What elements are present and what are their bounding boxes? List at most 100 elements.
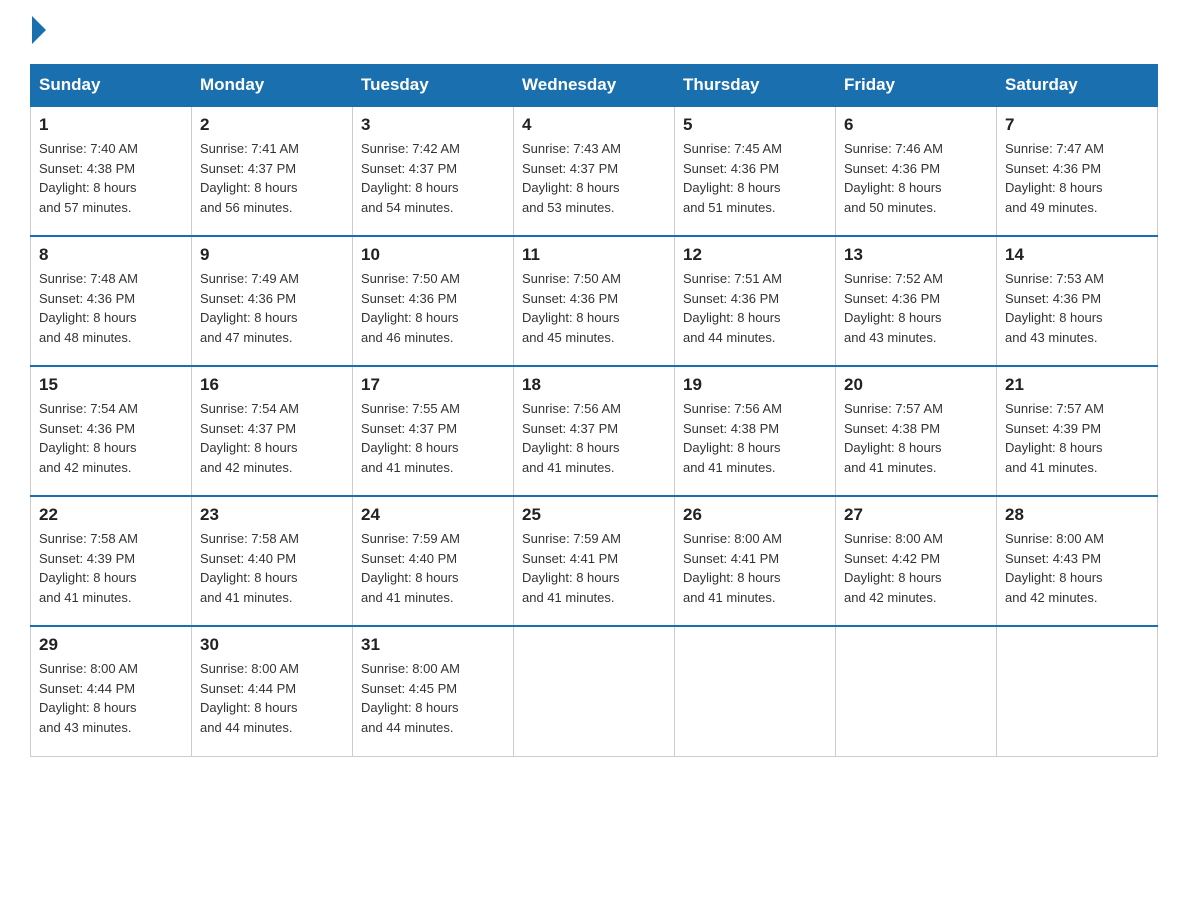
day-info: Sunrise: 7:52 AM Sunset: 4:36 PM Dayligh… — [844, 269, 988, 347]
day-info: Sunrise: 7:55 AM Sunset: 4:37 PM Dayligh… — [361, 399, 505, 477]
day-number: 6 — [844, 115, 988, 135]
day-info: Sunrise: 7:49 AM Sunset: 4:36 PM Dayligh… — [200, 269, 344, 347]
calendar-cell: 21 Sunrise: 7:57 AM Sunset: 4:39 PM Dayl… — [997, 366, 1158, 496]
day-info: Sunrise: 8:00 AM Sunset: 4:42 PM Dayligh… — [844, 529, 988, 607]
day-number: 21 — [1005, 375, 1149, 395]
day-info: Sunrise: 7:51 AM Sunset: 4:36 PM Dayligh… — [683, 269, 827, 347]
logo-arrow-icon — [32, 16, 46, 44]
day-number: 29 — [39, 635, 183, 655]
day-info: Sunrise: 7:46 AM Sunset: 4:36 PM Dayligh… — [844, 139, 988, 217]
day-number: 30 — [200, 635, 344, 655]
day-info: Sunrise: 8:00 AM Sunset: 4:45 PM Dayligh… — [361, 659, 505, 737]
calendar-cell: 3 Sunrise: 7:42 AM Sunset: 4:37 PM Dayli… — [353, 106, 514, 236]
calendar-cell: 2 Sunrise: 7:41 AM Sunset: 4:37 PM Dayli… — [192, 106, 353, 236]
day-number: 22 — [39, 505, 183, 525]
day-number: 16 — [200, 375, 344, 395]
calendar-cell: 29 Sunrise: 8:00 AM Sunset: 4:44 PM Dayl… — [31, 626, 192, 756]
day-number: 20 — [844, 375, 988, 395]
day-number: 17 — [361, 375, 505, 395]
day-info: Sunrise: 7:54 AM Sunset: 4:36 PM Dayligh… — [39, 399, 183, 477]
calendar-cell: 9 Sunrise: 7:49 AM Sunset: 4:36 PM Dayli… — [192, 236, 353, 366]
calendar-cell: 26 Sunrise: 8:00 AM Sunset: 4:41 PM Dayl… — [675, 496, 836, 626]
day-info: Sunrise: 7:57 AM Sunset: 4:38 PM Dayligh… — [844, 399, 988, 477]
day-number: 26 — [683, 505, 827, 525]
calendar-cell: 6 Sunrise: 7:46 AM Sunset: 4:36 PM Dayli… — [836, 106, 997, 236]
calendar-header-row: SundayMondayTuesdayWednesdayThursdayFrid… — [31, 65, 1158, 107]
calendar-cell: 1 Sunrise: 7:40 AM Sunset: 4:38 PM Dayli… — [31, 106, 192, 236]
day-info: Sunrise: 7:45 AM Sunset: 4:36 PM Dayligh… — [683, 139, 827, 217]
logo — [30, 20, 46, 44]
day-number: 14 — [1005, 245, 1149, 265]
calendar-cell: 22 Sunrise: 7:58 AM Sunset: 4:39 PM Dayl… — [31, 496, 192, 626]
header-monday: Monday — [192, 65, 353, 107]
calendar-cell: 8 Sunrise: 7:48 AM Sunset: 4:36 PM Dayli… — [31, 236, 192, 366]
day-number: 19 — [683, 375, 827, 395]
day-number: 11 — [522, 245, 666, 265]
day-info: Sunrise: 8:00 AM Sunset: 4:41 PM Dayligh… — [683, 529, 827, 607]
calendar-cell: 12 Sunrise: 7:51 AM Sunset: 4:36 PM Dayl… — [675, 236, 836, 366]
day-info: Sunrise: 7:47 AM Sunset: 4:36 PM Dayligh… — [1005, 139, 1149, 217]
day-number: 28 — [1005, 505, 1149, 525]
day-info: Sunrise: 7:53 AM Sunset: 4:36 PM Dayligh… — [1005, 269, 1149, 347]
calendar-cell: 31 Sunrise: 8:00 AM Sunset: 4:45 PM Dayl… — [353, 626, 514, 756]
calendar-cell: 17 Sunrise: 7:55 AM Sunset: 4:37 PM Dayl… — [353, 366, 514, 496]
calendar-cell: 24 Sunrise: 7:59 AM Sunset: 4:40 PM Dayl… — [353, 496, 514, 626]
day-info: Sunrise: 8:00 AM Sunset: 4:44 PM Dayligh… — [200, 659, 344, 737]
calendar-cell — [675, 626, 836, 756]
day-number: 25 — [522, 505, 666, 525]
calendar-cell: 23 Sunrise: 7:58 AM Sunset: 4:40 PM Dayl… — [192, 496, 353, 626]
day-info: Sunrise: 7:56 AM Sunset: 4:37 PM Dayligh… — [522, 399, 666, 477]
day-number: 2 — [200, 115, 344, 135]
day-number: 15 — [39, 375, 183, 395]
day-info: Sunrise: 7:57 AM Sunset: 4:39 PM Dayligh… — [1005, 399, 1149, 477]
day-number: 9 — [200, 245, 344, 265]
calendar-cell — [836, 626, 997, 756]
calendar-cell — [997, 626, 1158, 756]
calendar-cell: 4 Sunrise: 7:43 AM Sunset: 4:37 PM Dayli… — [514, 106, 675, 236]
day-number: 27 — [844, 505, 988, 525]
day-info: Sunrise: 7:48 AM Sunset: 4:36 PM Dayligh… — [39, 269, 183, 347]
day-info: Sunrise: 7:41 AM Sunset: 4:37 PM Dayligh… — [200, 139, 344, 217]
calendar-cell: 19 Sunrise: 7:56 AM Sunset: 4:38 PM Dayl… — [675, 366, 836, 496]
day-number: 24 — [361, 505, 505, 525]
calendar-cell: 16 Sunrise: 7:54 AM Sunset: 4:37 PM Dayl… — [192, 366, 353, 496]
calendar-cell: 30 Sunrise: 8:00 AM Sunset: 4:44 PM Dayl… — [192, 626, 353, 756]
calendar-cell: 27 Sunrise: 8:00 AM Sunset: 4:42 PM Dayl… — [836, 496, 997, 626]
header-tuesday: Tuesday — [353, 65, 514, 107]
calendar-cell: 5 Sunrise: 7:45 AM Sunset: 4:36 PM Dayli… — [675, 106, 836, 236]
header-saturday: Saturday — [997, 65, 1158, 107]
day-info: Sunrise: 8:00 AM Sunset: 4:43 PM Dayligh… — [1005, 529, 1149, 607]
week-row-4: 22 Sunrise: 7:58 AM Sunset: 4:39 PM Dayl… — [31, 496, 1158, 626]
day-number: 12 — [683, 245, 827, 265]
day-number: 8 — [39, 245, 183, 265]
calendar-cell: 20 Sunrise: 7:57 AM Sunset: 4:38 PM Dayl… — [836, 366, 997, 496]
day-number: 31 — [361, 635, 505, 655]
day-info: Sunrise: 7:40 AM Sunset: 4:38 PM Dayligh… — [39, 139, 183, 217]
day-info: Sunrise: 7:54 AM Sunset: 4:37 PM Dayligh… — [200, 399, 344, 477]
day-info: Sunrise: 7:42 AM Sunset: 4:37 PM Dayligh… — [361, 139, 505, 217]
calendar-cell — [514, 626, 675, 756]
day-number: 1 — [39, 115, 183, 135]
day-number: 4 — [522, 115, 666, 135]
day-number: 3 — [361, 115, 505, 135]
day-number: 13 — [844, 245, 988, 265]
day-info: Sunrise: 7:43 AM Sunset: 4:37 PM Dayligh… — [522, 139, 666, 217]
day-number: 7 — [1005, 115, 1149, 135]
day-info: Sunrise: 7:50 AM Sunset: 4:36 PM Dayligh… — [522, 269, 666, 347]
day-number: 5 — [683, 115, 827, 135]
day-info: Sunrise: 7:59 AM Sunset: 4:40 PM Dayligh… — [361, 529, 505, 607]
calendar-cell: 10 Sunrise: 7:50 AM Sunset: 4:36 PM Dayl… — [353, 236, 514, 366]
week-row-1: 1 Sunrise: 7:40 AM Sunset: 4:38 PM Dayli… — [31, 106, 1158, 236]
day-info: Sunrise: 7:56 AM Sunset: 4:38 PM Dayligh… — [683, 399, 827, 477]
header-wednesday: Wednesday — [514, 65, 675, 107]
calendar-cell: 15 Sunrise: 7:54 AM Sunset: 4:36 PM Dayl… — [31, 366, 192, 496]
day-number: 10 — [361, 245, 505, 265]
day-info: Sunrise: 7:59 AM Sunset: 4:41 PM Dayligh… — [522, 529, 666, 607]
week-row-5: 29 Sunrise: 8:00 AM Sunset: 4:44 PM Dayl… — [31, 626, 1158, 756]
calendar-table: SundayMondayTuesdayWednesdayThursdayFrid… — [30, 64, 1158, 757]
header-friday: Friday — [836, 65, 997, 107]
calendar-cell: 28 Sunrise: 8:00 AM Sunset: 4:43 PM Dayl… — [997, 496, 1158, 626]
calendar-cell: 13 Sunrise: 7:52 AM Sunset: 4:36 PM Dayl… — [836, 236, 997, 366]
week-row-2: 8 Sunrise: 7:48 AM Sunset: 4:36 PM Dayli… — [31, 236, 1158, 366]
day-info: Sunrise: 7:58 AM Sunset: 4:39 PM Dayligh… — [39, 529, 183, 607]
